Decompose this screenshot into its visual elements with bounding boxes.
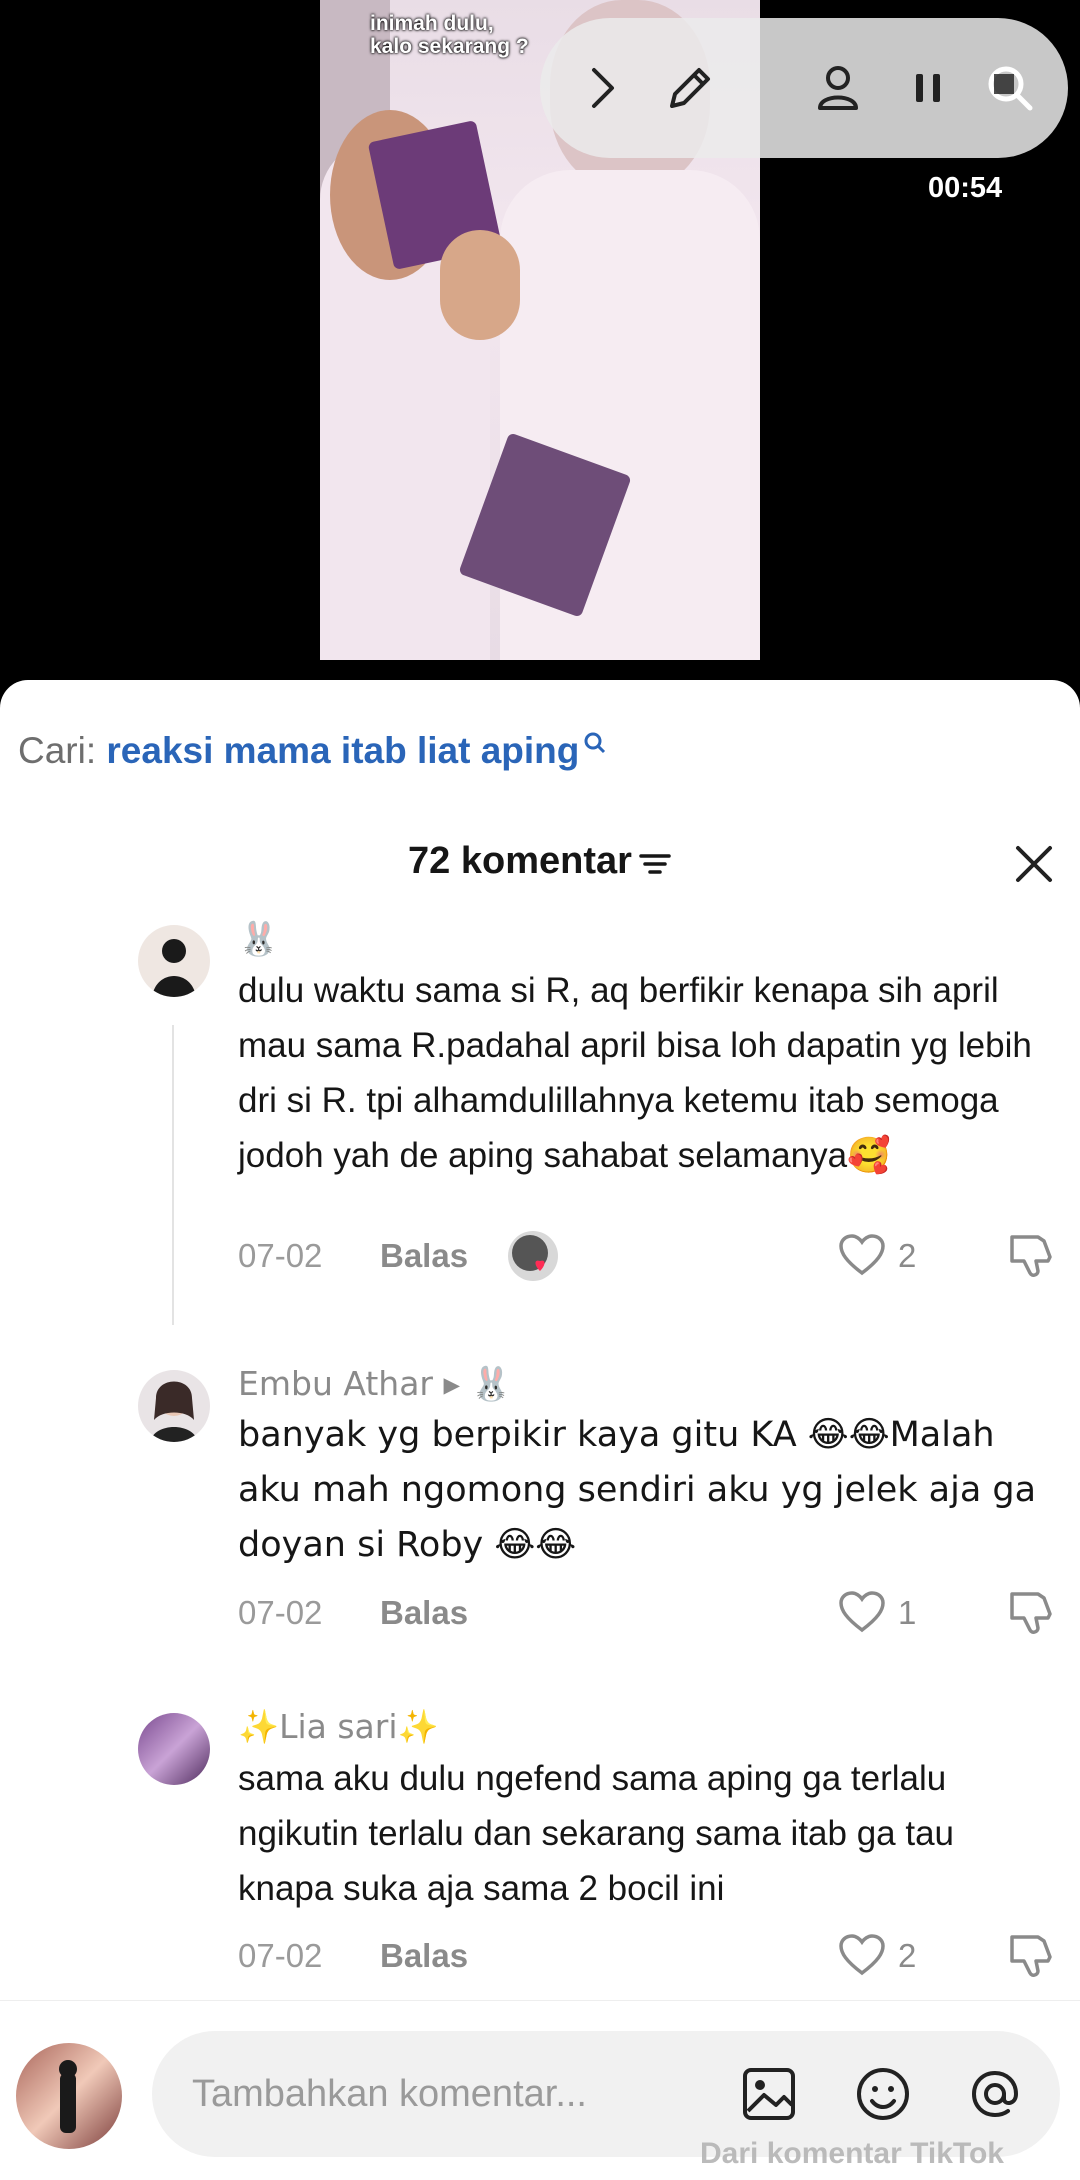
comment-username[interactable]: ✨Lia sari✨: [238, 1707, 439, 1747]
video-timer: 00:54: [928, 172, 1003, 204]
comment-input-bar: Dari komentar TikTok: [0, 2000, 1080, 2180]
avatar[interactable]: [138, 1370, 210, 1442]
pause-icon[interactable]: [888, 48, 968, 128]
comments-header: 72 komentar: [0, 830, 1080, 900]
comment-text: banyak yg berpikir kaya gitu KA 😂😂Malah …: [238, 1415, 1037, 1565]
comment-username[interactable]: Embu Athar ▸ 🐰: [238, 1364, 512, 1404]
creator-liked-avatar: [508, 1231, 558, 1281]
tiktok-watermark: Dari komentar TikTok: [700, 2137, 1004, 2170]
related-search[interactable]: Cari: reaksi mama itab liat aping: [18, 730, 609, 772]
mention-icon[interactable]: [962, 2061, 1028, 2127]
image-icon[interactable]: [736, 2061, 802, 2127]
reply-button[interactable]: Balas: [380, 1594, 468, 1632]
like-count: 2: [898, 1937, 917, 1974]
screen: inimah dulu, kalo sekarang ? 00:54 Cari:…: [0, 0, 1080, 2180]
chevron-right-icon[interactable]: [562, 48, 642, 128]
video-hand: [440, 230, 520, 340]
search-prefix: Cari:: [18, 730, 97, 771]
like-count: 2: [898, 1237, 917, 1274]
comment-input[interactable]: [192, 2061, 712, 2127]
thread-line: [172, 1025, 174, 1325]
heart-icon[interactable]: [838, 1590, 886, 1634]
pencil-icon[interactable]: [650, 48, 730, 128]
search-term[interactable]: reaksi mama itab liat aping: [106, 730, 579, 771]
close-icon[interactable]: [1008, 838, 1060, 890]
reply-button[interactable]: Balas: [380, 1937, 468, 1975]
sort-icon[interactable]: [638, 848, 672, 878]
search-small-icon: [584, 732, 606, 754]
search-icon[interactable]: [970, 48, 1050, 128]
person-icon[interactable]: [798, 48, 878, 128]
comment-date: 07-02: [238, 1594, 323, 1631]
dislike-icon[interactable]: [1004, 1586, 1056, 1638]
video-caption: inimah dulu, kalo sekarang ?: [370, 12, 529, 58]
comment-date: 07-02: [238, 1237, 323, 1274]
comments-sheet: Cari: reaksi mama itab liat aping 72 kom…: [0, 680, 1080, 2180]
comment-text: sama aku dulu ngefend sama aping ga terl…: [238, 1759, 955, 1908]
dislike-icon[interactable]: [1004, 1229, 1056, 1281]
player-controls: [540, 18, 1068, 158]
comment-date: 07-02: [238, 1937, 323, 1974]
avatar[interactable]: [16, 2043, 122, 2149]
like-count: 1: [898, 1594, 917, 1631]
comment-count[interactable]: 72 komentar: [0, 840, 1080, 883]
emoji-icon[interactable]: [850, 2061, 916, 2127]
dislike-icon[interactable]: [1004, 1929, 1056, 1981]
comment-item: ✨Lia sari✨ sama aku dulu ngefend sama ap…: [0, 1707, 1080, 1977]
video-player[interactable]: inimah dulu, kalo sekarang ? 00:54: [0, 0, 1080, 680]
comment-item: Embu Athar ▸ 🐰 banyak yg berpikir kaya g…: [0, 1364, 1080, 1634]
comment-item: 🐰 dulu waktu sama si R, aq berfikir kena…: [0, 919, 1080, 1325]
comment-username[interactable]: 🐰: [238, 919, 279, 959]
heart-icon[interactable]: [838, 1933, 886, 1977]
reply-button[interactable]: Balas: [380, 1237, 468, 1275]
heart-icon[interactable]: [838, 1233, 886, 1277]
avatar[interactable]: [138, 925, 210, 997]
avatar[interactable]: [138, 1713, 210, 1785]
comment-text: dulu waktu sama si R, aq berfikir kenapa…: [238, 971, 1032, 1175]
